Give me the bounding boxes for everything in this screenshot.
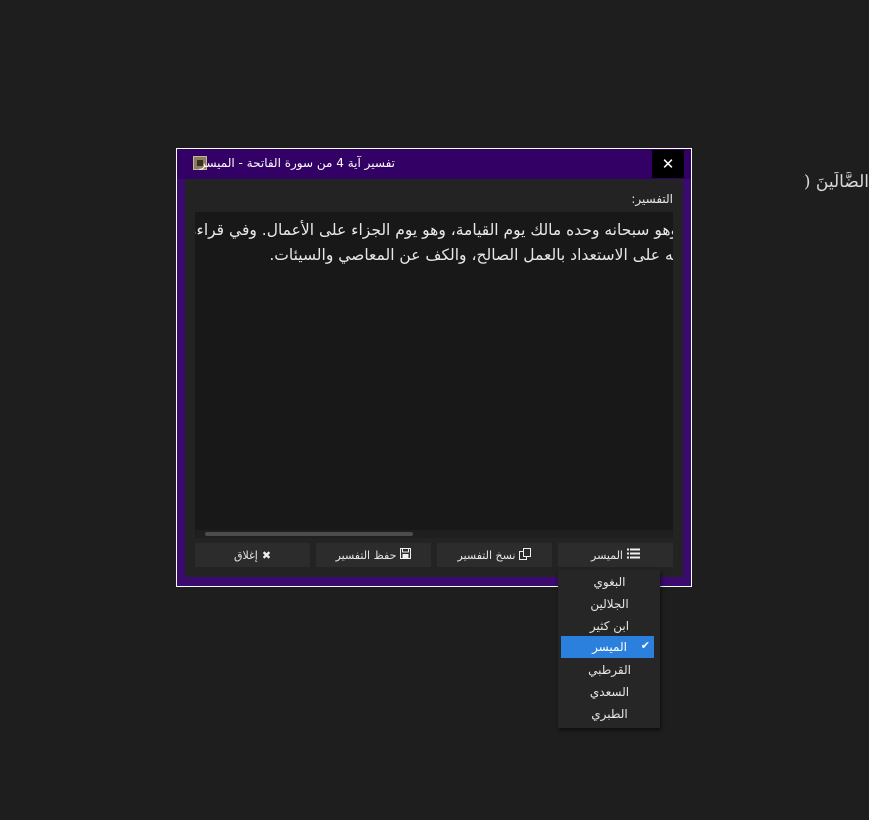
tafsir-label: التفسير: — [631, 192, 673, 206]
list-icon — [626, 548, 640, 562]
tafsir-text-line: له على الاستعداد بالعمل الصالح، والكف عن… — [269, 246, 673, 264]
horizontal-scrollbar[interactable] — [195, 530, 673, 538]
copy-icon — [519, 547, 532, 563]
tafsir-text-line: وهو سبحانه وحده مالك يوم القيامة، وهو يو… — [195, 221, 673, 239]
menu-item-label: الميسر — [592, 640, 627, 654]
menu-item-qurtubi[interactable]: القرطبي — [561, 659, 654, 681]
tafsir-textbox[interactable]: وهو سبحانه وحده مالك يوم القيامة، وهو يو… — [195, 212, 673, 538]
menu-item-muyassar[interactable]: ✔ الميسر — [561, 636, 654, 658]
dialog-title: تفسير آية 4 من سورة الفاتحة - الميسر — [199, 156, 395, 170]
menu-item-label: السعدي — [589, 685, 630, 699]
menu-item-label: ابن كثير — [589, 619, 630, 633]
menu-item-saadi[interactable]: السعدي — [561, 681, 654, 703]
menu-item-label: الجلالين — [590, 597, 629, 611]
menu-item-ibn-kathir[interactable]: ابن كثير — [561, 615, 654, 637]
close-icon: ✖ — [261, 548, 272, 562]
menu-item-label: الطبري — [591, 707, 628, 721]
scrollbar-thumb[interactable] — [205, 532, 413, 536]
copy-tafsir-button[interactable]: نسخ التفسير — [437, 543, 552, 567]
tafsir-select-button[interactable]: الميسر — [558, 543, 673, 567]
tafsir-text: وهو سبحانه وحده مالك يوم القيامة، وهو يو… — [195, 218, 673, 268]
copy-button-label: نسخ التفسير — [457, 548, 516, 562]
close-icon: ✕ — [661, 155, 675, 173]
close-button[interactable]: ✖ إغلاق — [195, 543, 310, 567]
background-ayah-text: الضَّالِّينَ (٧) — [803, 172, 869, 192]
close-button-label: إغلاق — [233, 548, 258, 562]
menu-item-label: القرطبي — [588, 663, 631, 677]
tafsir-dropdown-menu: البغوي الجلالين ابن كثير ✔ الميسر القرطب… — [558, 570, 660, 728]
check-icon: ✔ — [640, 639, 650, 652]
menu-item-label: البغوي — [593, 575, 626, 589]
save-button-label: حفظ التفسير — [335, 548, 397, 562]
tafsir-select-label: الميسر — [591, 548, 623, 562]
dialog-titlebar[interactable]: تفسير آية 4 من سورة الفاتحة - الميسر ✕ — [177, 149, 691, 179]
dialog-body: التفسير: وهو سبحانه وحده مالك يوم القيام… — [185, 179, 683, 577]
floppy-icon — [400, 548, 412, 562]
menu-item-jalalayn[interactable]: الجلالين — [561, 593, 654, 615]
close-window-button[interactable]: ✕ — [652, 150, 684, 178]
tafsir-dialog: تفسير آية 4 من سورة الفاتحة - الميسر ✕ ا… — [176, 148, 692, 587]
save-tafsir-button[interactable]: حفظ التفسير — [316, 543, 431, 567]
menu-item-baghawi[interactable]: البغوي — [561, 571, 654, 593]
button-row: ✖ إغلاق حفظ التفسير نسخ التفسير الميسر — [195, 543, 673, 567]
menu-item-tabari[interactable]: الطبري — [561, 703, 654, 725]
